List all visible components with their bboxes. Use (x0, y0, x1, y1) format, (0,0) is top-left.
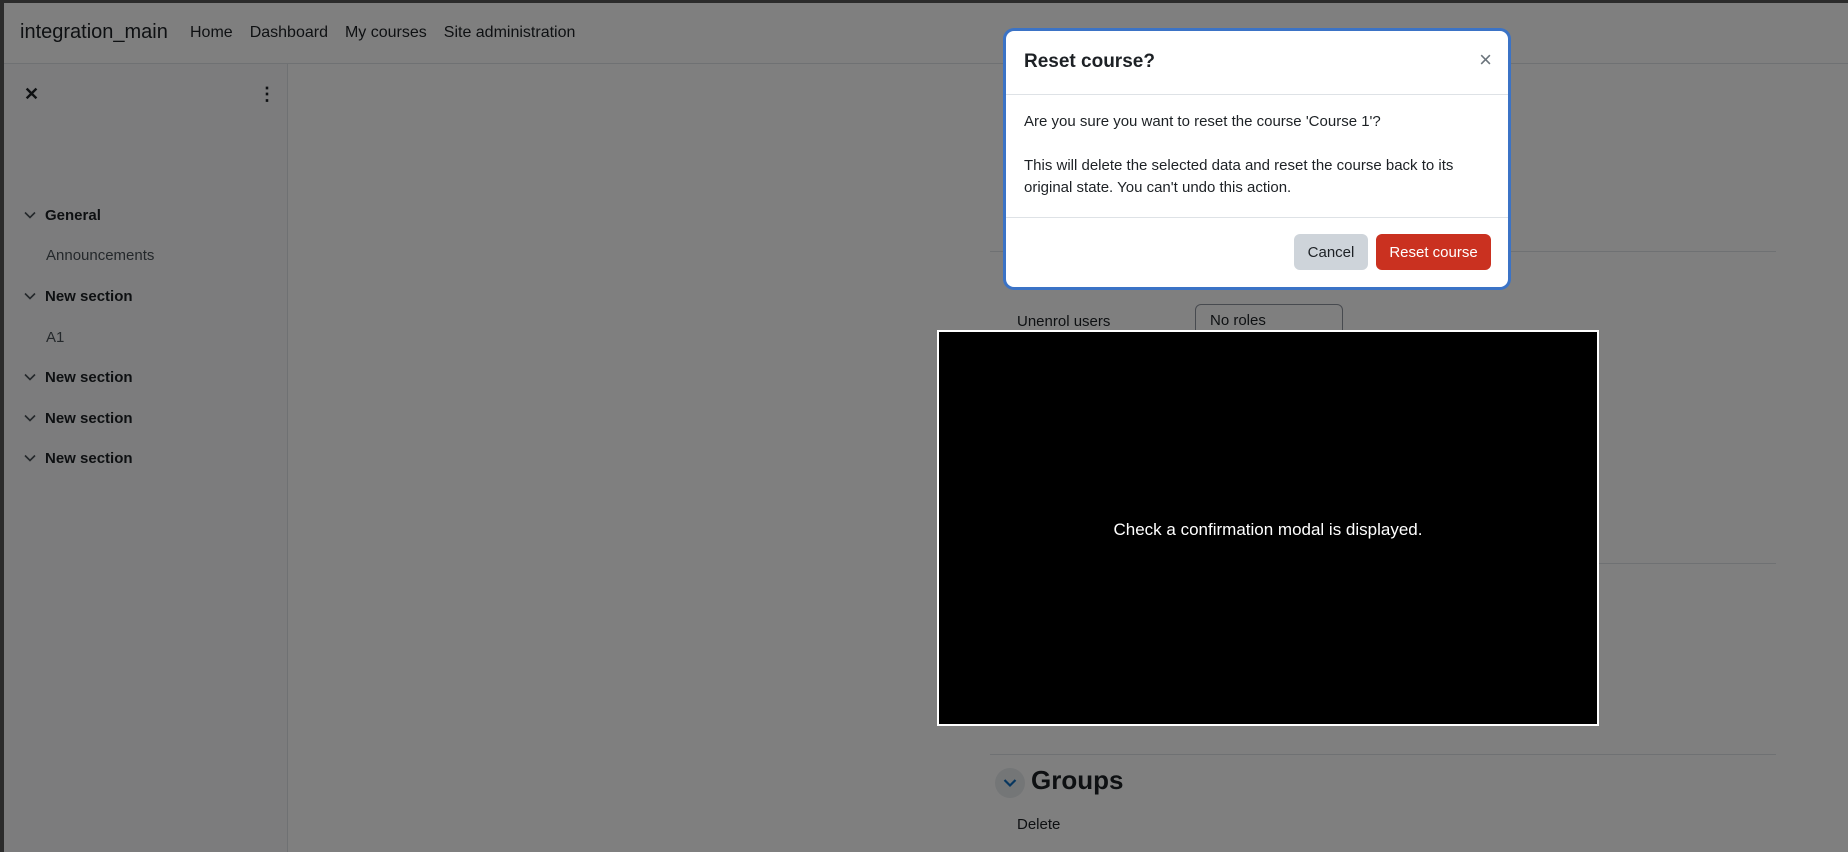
window-frame-top (0, 0, 1848, 3)
test-step-text: Check a confirmation modal is displayed. (1113, 520, 1423, 539)
modal-warning-text: This will delete the selected data and r… (1024, 157, 1454, 196)
modal-header: Reset course? × (1006, 31, 1508, 95)
modal-title: Reset course? (1024, 51, 1155, 72)
reset-course-button[interactable]: Reset course (1376, 234, 1491, 270)
window-frame-left (0, 0, 4, 852)
test-step-overlay: Check a confirmation modal is displayed. (937, 330, 1599, 726)
page: integration_main Home Dashboard My cours… (0, 0, 1848, 852)
modal-footer: Cancel Reset course (1006, 217, 1508, 288)
close-icon[interactable]: × (1479, 49, 1492, 71)
reset-course-modal: Reset course? × Are you sure you want to… (1006, 31, 1508, 287)
modal-confirm-text: Are you sure you want to reset the cours… (1024, 113, 1381, 130)
modal-body: Are you sure you want to reset the cours… (1024, 111, 1484, 221)
cancel-button[interactable]: Cancel (1294, 234, 1368, 270)
